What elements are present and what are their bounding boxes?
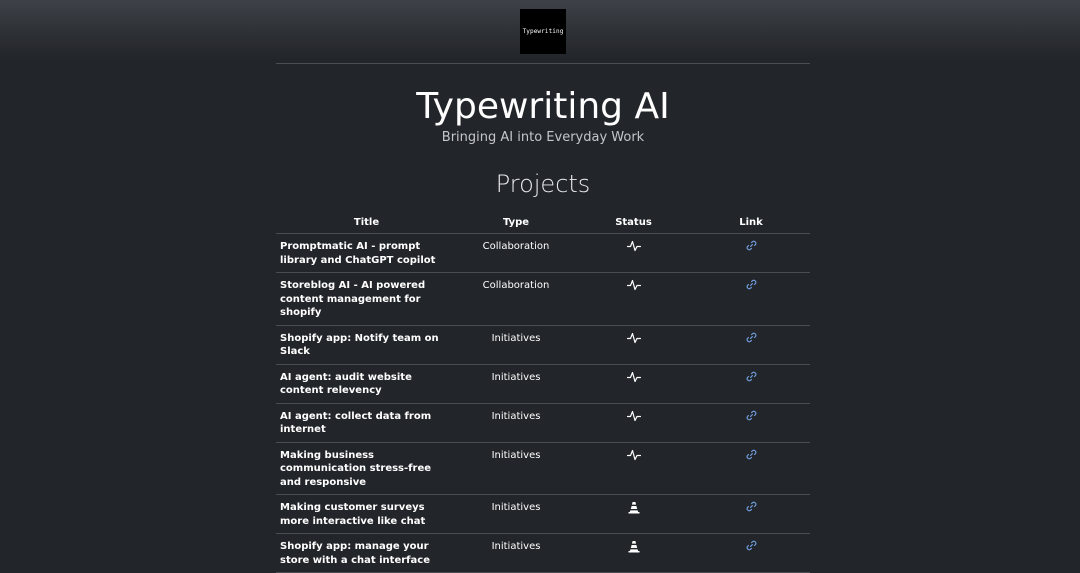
project-link xyxy=(692,403,810,443)
column-header-status: Status xyxy=(575,212,692,234)
project-title: Making customer surveys more interactive… xyxy=(276,494,457,534)
activity-icon xyxy=(626,279,641,296)
project-link xyxy=(692,272,810,326)
project-status xyxy=(575,533,692,573)
link-icon[interactable] xyxy=(746,371,757,387)
project-title: Shopify app: manage your store with a ch… xyxy=(276,533,457,573)
project-title: Promptmatic AI - prompt library and Chat… xyxy=(276,233,457,273)
project-type: Initiatives xyxy=(457,494,575,534)
activity-icon xyxy=(626,240,641,257)
logo-text: Typewriting xyxy=(522,28,564,35)
link-icon[interactable] xyxy=(746,410,757,426)
site-title: Typewriting AI xyxy=(416,86,670,127)
table-row: AI agent: audit website content relevenc… xyxy=(276,364,810,404)
project-link xyxy=(692,442,810,495)
project-status xyxy=(575,403,692,443)
column-header-link: Link xyxy=(692,212,810,234)
project-status xyxy=(575,442,692,495)
link-icon[interactable] xyxy=(746,240,757,256)
activity-icon xyxy=(626,332,641,349)
table-row: Promptmatic AI - prompt library and Chat… xyxy=(276,233,810,273)
project-status xyxy=(575,494,692,534)
link-icon[interactable] xyxy=(746,449,757,465)
traffic-cone-icon xyxy=(628,540,640,558)
project-link xyxy=(692,533,810,573)
site-subtitle: Bringing AI into Everyday Work xyxy=(441,130,645,145)
projects-heading: Projects xyxy=(495,170,591,198)
project-link xyxy=(692,494,810,534)
project-title: Storeblog AI - AI powered content manage… xyxy=(276,272,457,326)
project-type: Initiatives xyxy=(457,533,575,573)
project-type: Initiatives xyxy=(457,364,575,404)
table-row: Making business communication stress-fre… xyxy=(276,442,810,495)
activity-icon xyxy=(626,371,641,388)
table-row: Storeblog AI - AI powered content manage… xyxy=(276,272,810,326)
project-link xyxy=(692,233,810,273)
page-container: Typewriting Typewriting AI Bringing AI i… xyxy=(276,0,810,573)
project-status xyxy=(575,364,692,404)
header-divider xyxy=(276,63,810,64)
project-title: Making business communication stress-fre… xyxy=(276,442,457,495)
logo[interactable]: Typewriting xyxy=(520,9,566,54)
activity-icon xyxy=(626,449,641,466)
link-icon[interactable] xyxy=(746,540,757,556)
project-status xyxy=(575,325,692,365)
project-link xyxy=(692,364,810,404)
project-title: Shopify app: Notify team on Slack xyxy=(276,325,457,365)
link-icon[interactable] xyxy=(746,279,757,295)
link-icon[interactable] xyxy=(746,332,757,348)
project-type: Initiatives xyxy=(457,325,575,365)
project-type: Initiatives xyxy=(457,442,575,495)
project-status xyxy=(575,272,692,326)
project-status xyxy=(575,233,692,273)
table-row: Shopify app: Notify team on Slack Initiat… xyxy=(276,325,810,365)
table-row: Shopify app: manage your store with a ch… xyxy=(276,533,810,573)
table-header-row: Title Type Status Link xyxy=(276,212,810,234)
activity-icon xyxy=(626,410,641,427)
project-type: Collaboration xyxy=(457,272,575,326)
project-link xyxy=(692,325,810,365)
project-title: AI agent: audit website content relevenc… xyxy=(276,364,457,404)
link-icon[interactable] xyxy=(746,501,757,517)
table-row: AI agent: collect data from internet Init… xyxy=(276,403,810,443)
column-header-title: Title xyxy=(276,212,457,234)
traffic-cone-icon xyxy=(628,501,640,519)
project-type: Collaboration xyxy=(457,233,575,273)
table-row: Making customer surveys more interactive… xyxy=(276,494,810,534)
project-type: Initiatives xyxy=(457,403,575,443)
project-title: AI agent: collect data from internet xyxy=(276,403,457,443)
projects-table: Title Type Status Link Promptmatic AI - … xyxy=(276,212,810,573)
column-header-type: Type xyxy=(457,212,575,234)
